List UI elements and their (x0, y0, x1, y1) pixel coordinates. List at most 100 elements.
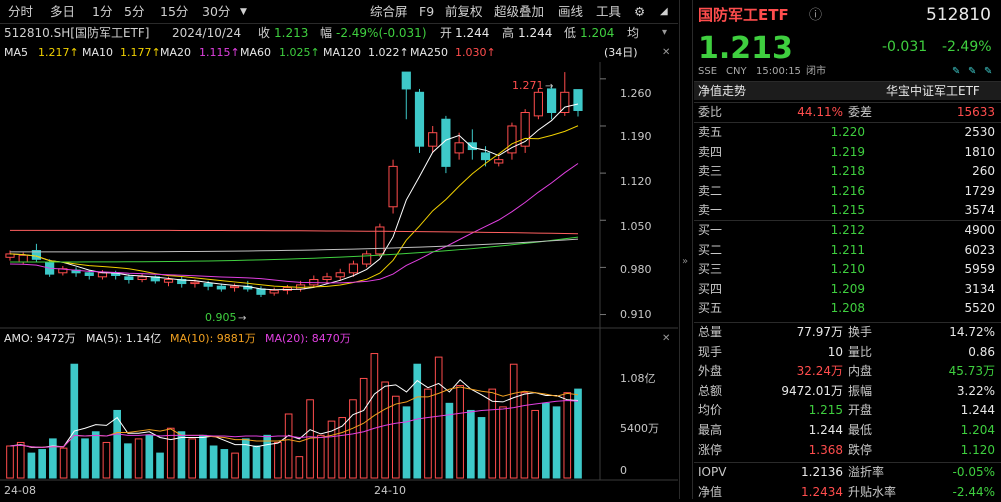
candle-body (124, 276, 134, 281)
ask-row[interactable]: 卖一 1.215 3574 (694, 201, 1001, 220)
bid-label: 买二 (698, 242, 723, 257)
panel-splitter[interactable]: » (679, 0, 693, 499)
volume-bar (145, 434, 154, 479)
stat-label: 最高 (698, 423, 723, 437)
ask-row[interactable]: 卖二 1.216 1729 (694, 182, 1001, 201)
stat-row: 涨停 1.368 跌停 1.120 (694, 441, 1001, 460)
price-tick-1: 1.190 (620, 130, 652, 143)
bid-book: 买一 1.212 4900 买二 1.211 6023 买三 1.210 5959 买四 1.209… (694, 220, 1001, 318)
volume-bar (38, 449, 46, 479)
candle-body (401, 71, 411, 90)
stat-value: 10 (827, 344, 843, 359)
candle-body (494, 159, 504, 164)
flag-icon[interactable]: ✎ (984, 64, 992, 80)
candle-body (454, 142, 464, 154)
ask-price: 1.220 (830, 125, 865, 139)
stat-label: 均价 (698, 403, 723, 418)
ask-row[interactable]: 卖五 1.220 2530 (694, 123, 1001, 142)
bid-label: 买一 (698, 223, 723, 237)
ask-label: 卖五 (698, 125, 723, 139)
bid-row[interactable]: 买五 1.208 5520 (694, 299, 1001, 318)
volume-bar (456, 385, 464, 479)
stat-row: 最高 1.244 最低 1.204 (694, 421, 1001, 440)
stat-value: 1.244 (960, 403, 995, 418)
edit-icon[interactable]: ✎ (952, 64, 960, 80)
ask-volume: 1810 (964, 144, 995, 159)
volume-bar (424, 388, 432, 479)
stat-value: -0.05% (952, 465, 995, 479)
volume-bar (391, 395, 400, 479)
bid-row[interactable]: 买一 1.212 4900 (694, 221, 1001, 240)
volume-bar (209, 445, 218, 479)
volume-bar (70, 363, 79, 479)
bid-row[interactable]: 买二 1.211 6023 (694, 241, 1001, 260)
currency: CNY (726, 66, 747, 77)
vol-tick-1: 5400万 (620, 422, 659, 435)
bid-volume: 4900 (964, 223, 995, 237)
stat-value: 1.368 (808, 442, 843, 457)
ma20-line (9, 163, 579, 284)
ask-label: 卖一 (698, 203, 723, 218)
stat-row: IOPV 1.2136 溢折率 -0.05% (694, 463, 1001, 482)
market-status-row: SSE CNY 15:00:15 闭市 ✎ ✎ ✎ (694, 64, 1001, 80)
volume-bar (359, 377, 368, 479)
nav-trend-link[interactable]: 净值走势 (698, 82, 746, 101)
stat-value: 1.2136 (801, 465, 843, 479)
price-tick-0: 1.260 (620, 87, 652, 100)
bid-row[interactable]: 买四 1.209 3134 (694, 280, 1001, 299)
candle-body (348, 263, 359, 274)
stat-value: 1.204 (960, 423, 995, 437)
vol-tick-0: 1.08亿 (620, 372, 656, 385)
note-icon[interactable]: ✎ (968, 64, 976, 80)
ask-volume: 3574 (964, 203, 995, 218)
ask-label: 卖二 (698, 183, 723, 198)
ask-price: 1.219 (830, 144, 865, 159)
volume-bar (381, 381, 389, 479)
stat-row: 均价 1.215 开盘 1.244 (694, 401, 1001, 420)
candle-body (573, 89, 583, 111)
stat-row: 现手 10 量比 0.86 (694, 343, 1001, 362)
volume-bar (156, 452, 164, 479)
volume-bar (574, 388, 582, 479)
stat-row: 外盘 32.24万 内盘 45.73万 (694, 362, 1001, 381)
candle-body (533, 91, 543, 117)
stat-value: 77.97万 (796, 325, 843, 339)
candle-body (216, 285, 226, 290)
stat-value: 1.244 (808, 423, 843, 437)
bid-price: 1.210 (830, 262, 865, 277)
candle-body (269, 289, 279, 294)
candle-series (5, 71, 583, 298)
candle-body (546, 88, 557, 114)
kline-chart[interactable]: 1.260 1.190 1.120 1.050 0.980 0.910 1.08… (0, 0, 678, 499)
volume-bar (81, 438, 89, 479)
ma60-line (9, 236, 579, 263)
ask-row[interactable]: 卖四 1.219 1810 (694, 143, 1001, 162)
bid-volume: 5520 (964, 301, 995, 316)
candle-body (229, 285, 240, 289)
candle-body (335, 272, 345, 278)
weicha-label: 委差 (848, 105, 873, 119)
nav-row[interactable]: 净值走势 华宝中证军工ETF (694, 81, 1001, 100)
stat-label: 涨停 (698, 442, 723, 457)
volume-bar (263, 434, 272, 479)
bid-volume: 5959 (964, 262, 995, 277)
stat-label: 量比 (848, 344, 873, 359)
ask-row[interactable]: 卖三 1.218 260 (694, 162, 1001, 181)
high-arrow-icon: → (545, 81, 553, 92)
bid-label: 买三 (698, 262, 723, 277)
volume-bar (284, 413, 293, 479)
volume-bar (91, 431, 100, 479)
stat-value: 0.86 (968, 344, 995, 359)
chevron-right-icon[interactable]: » (682, 256, 688, 267)
bid-row[interactable]: 买三 1.210 5959 (694, 260, 1001, 279)
info-icon[interactable]: ⓘ (809, 6, 822, 25)
bid-volume: 6023 (964, 242, 995, 257)
stat-label: 总量 (698, 325, 723, 339)
low-annotation: 0.905 (205, 311, 237, 324)
bid-price: 1.212 (830, 223, 865, 237)
candle-body (428, 132, 438, 147)
stat-value: 3.22% (956, 383, 995, 398)
stat-value: 1.120 (960, 442, 995, 457)
ma-lines (9, 103, 579, 291)
volume-bar (199, 434, 207, 479)
